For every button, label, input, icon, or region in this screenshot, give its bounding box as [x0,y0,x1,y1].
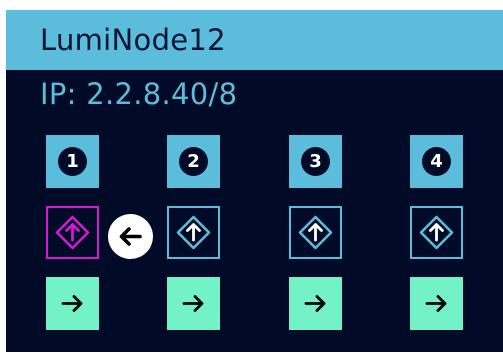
port-output-button-2[interactable] [167,277,220,330]
port-output-button-4[interactable] [410,277,463,330]
port-number-1: 1 [58,147,87,176]
port-input-button-4[interactable] [410,206,463,259]
port-number-badge-3: 3 [289,135,342,188]
port-input-button-2[interactable] [167,206,220,259]
port-input-button-3[interactable] [289,206,342,259]
arrow-up-diamond-icon [55,215,90,250]
arrow-right-icon [61,295,83,312]
port-number-2: 2 [179,147,208,176]
device-screen: LumiNode12 IP: 2.2.8.40/8 1 2 3 4 [0,0,503,360]
arrow-right-icon [425,295,447,312]
port-input-button-1[interactable] [46,206,99,259]
arrow-up-diamond-icon [419,215,454,250]
device-title: LumiNode12 [40,23,226,57]
port-number-badge-1: 1 [46,135,99,188]
port-number-badge-2: 2 [167,135,220,188]
display-panel: LumiNode12 IP: 2.2.8.40/8 1 2 3 4 [6,10,503,352]
port-output-button-3[interactable] [289,277,342,330]
arrow-right-icon [304,295,326,312]
arrow-left-icon [119,227,142,246]
ip-address-label: IP: 2.2.8.40/8 [40,77,238,111]
port-number-badge-4: 4 [410,135,463,188]
port-number-4: 4 [422,147,451,176]
arrow-up-diamond-icon [176,215,211,250]
arrow-right-icon [182,295,204,312]
port-number-3: 3 [301,147,330,176]
port-output-button-1[interactable] [46,277,99,330]
back-button[interactable] [108,214,153,259]
title-bar: LumiNode12 [6,10,503,70]
arrow-up-diamond-icon [298,215,333,250]
